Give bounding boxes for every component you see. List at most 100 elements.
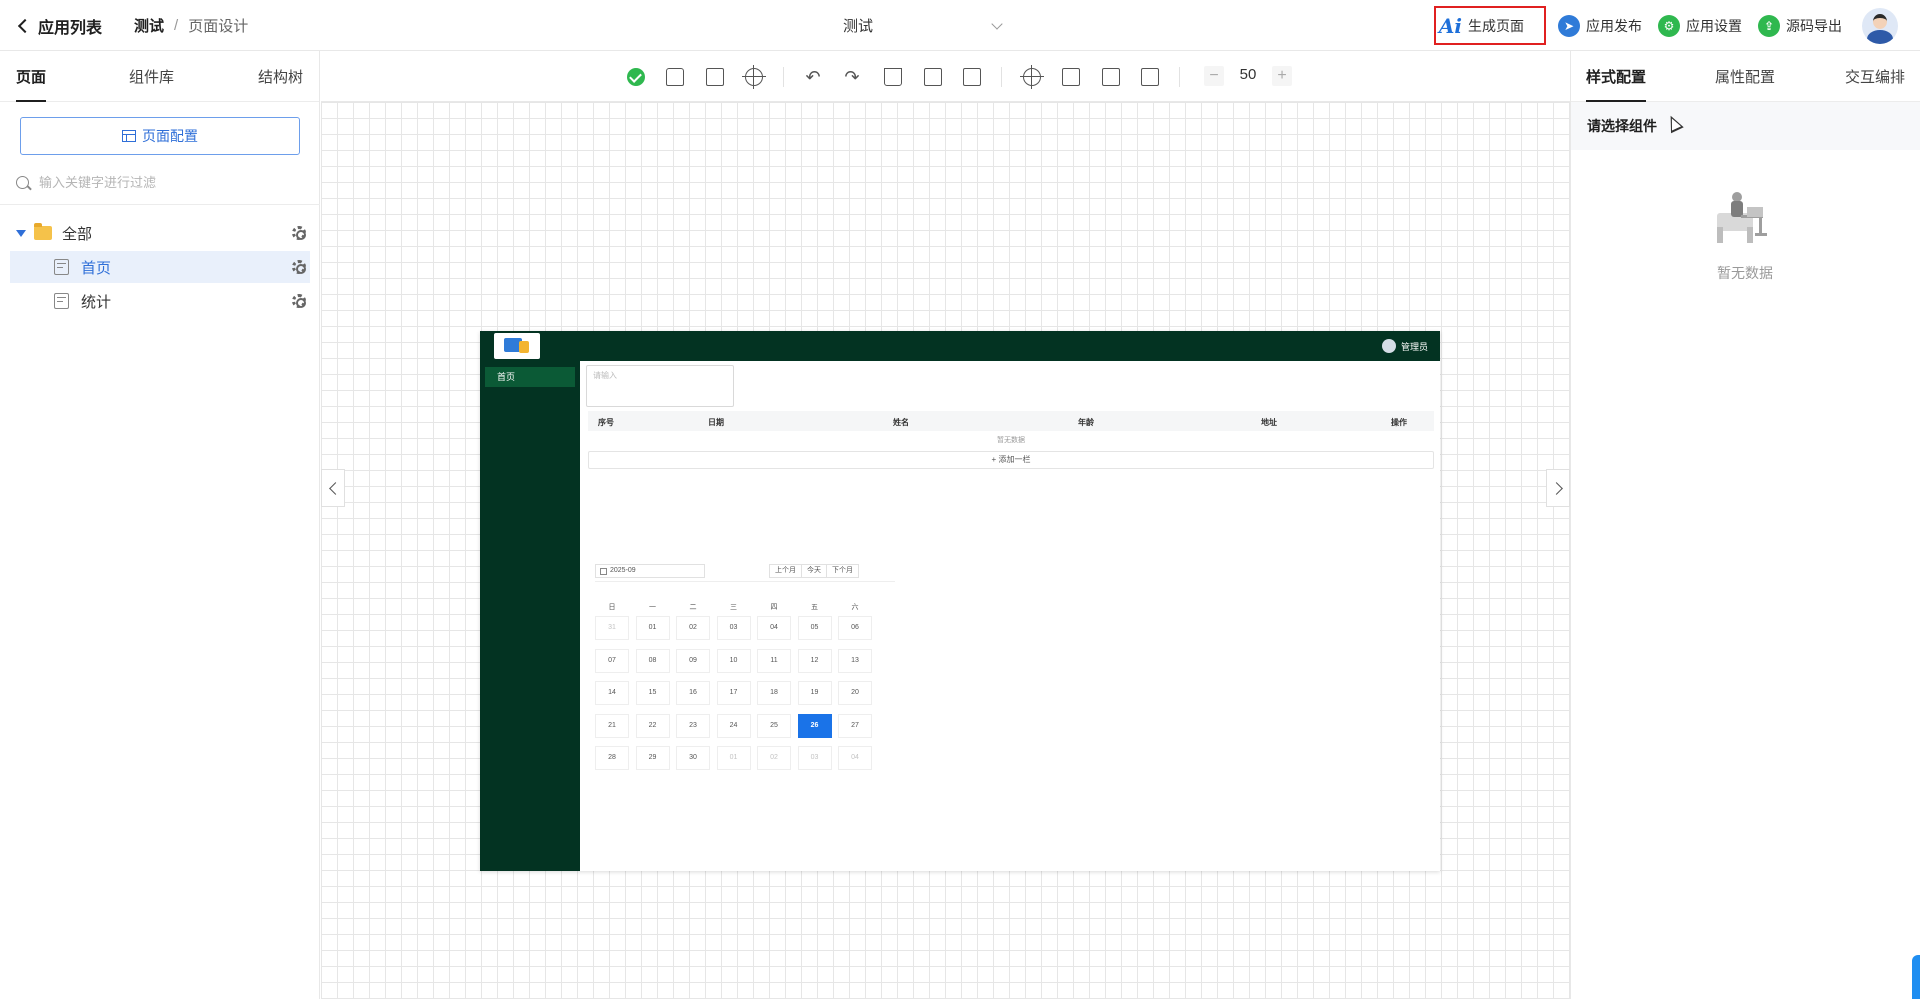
calendar-day[interactable]: 09 (676, 648, 710, 673)
ai-icon: Ai (1438, 13, 1462, 38)
calendar-day[interactable]: 06 (838, 616, 872, 640)
avatar-head (1873, 13, 1887, 29)
calendar-day[interactable]: 13 (838, 648, 872, 673)
calendar-day[interactable]: 29 (635, 746, 670, 770)
calendar-day[interactable]: 03 (797, 746, 832, 770)
code-icon[interactable] (1062, 68, 1080, 86)
calendar-day[interactable]: 23 (676, 713, 710, 738)
calendar-day[interactable]: 17 (716, 681, 751, 705)
calendar-day[interactable]: 11 (757, 648, 791, 673)
calendar-day[interactable]: 26 (797, 713, 832, 738)
tree-item-home[interactable]: 首页 (10, 251, 310, 283)
redo-icon[interactable]: ↷ (843, 68, 861, 86)
filter-box (16, 167, 306, 197)
calendar-day[interactable]: 27 (838, 713, 872, 738)
preview-logo (494, 333, 540, 359)
breadcrumb-app[interactable]: 测试 (134, 15, 164, 36)
app-selector[interactable]: 测试 (843, 0, 1003, 51)
zoom-in-button[interactable]: + (1272, 66, 1292, 86)
calendar-day[interactable]: 03 (716, 616, 751, 640)
crop-icon[interactable] (1141, 68, 1159, 86)
preview-menu-home[interactable]: 首页 (485, 367, 575, 387)
caret-down-icon[interactable] (16, 229, 26, 237)
calendar-day[interactable]: 22 (635, 713, 670, 738)
undo-icon[interactable]: ↶ (804, 68, 822, 86)
gear-icon[interactable] (292, 260, 306, 274)
calendar-day[interactable]: 04 (757, 616, 791, 640)
validate-icon[interactable] (1102, 68, 1120, 86)
calendar-day[interactable]: 15 (635, 681, 670, 705)
page-config-button[interactable]: 页面配置 (20, 117, 300, 155)
calendar-day[interactable]: 21 (595, 713, 629, 738)
calendar-day[interactable]: 25 (757, 713, 791, 738)
tab-style-config[interactable]: 样式配置 (1586, 51, 1647, 102)
calendar-day[interactable]: 30 (676, 746, 710, 770)
calendar-day[interactable]: 16 (676, 681, 710, 705)
publish-app-button[interactable]: ➤ 应用发布 (1558, 14, 1642, 37)
copy-icon[interactable] (924, 68, 942, 86)
export-source-button[interactable]: ⇪ 源码导出 (1758, 14, 1842, 37)
calendar-day[interactable]: 10 (716, 648, 751, 673)
user-icon (1381, 339, 1396, 353)
gear-icon[interactable] (292, 294, 306, 308)
canvas-grid[interactable]: 管理员 首页 请输入 序号 日期 姓名 年龄 地址 操作 暂无数据 + 添加一栏… (321, 102, 1570, 999)
calendar-day[interactable]: 12 (797, 648, 832, 673)
target-icon[interactable] (742, 65, 766, 89)
tab-property-config[interactable]: 属性配置 (1715, 51, 1775, 102)
tab-structure-tree[interactable]: 结构树 (258, 51, 303, 102)
preview-add-row-button[interactable]: + 添加一栏 (588, 451, 1434, 469)
preview-icon[interactable] (1020, 65, 1044, 89)
calendar-day[interactable]: 28 (595, 746, 629, 770)
collapse-right-button[interactable] (1546, 469, 1570, 507)
calendar-day[interactable]: 07 (595, 648, 629, 673)
empty-illustration-icon (1717, 192, 1767, 243)
calendar-day[interactable]: 14 (595, 681, 629, 705)
page-preview[interactable]: 管理员 首页 请输入 序号 日期 姓名 年龄 地址 操作 暂无数据 + 添加一栏… (480, 331, 1440, 871)
calendar-day[interactable]: 01 (635, 616, 670, 640)
tab-components[interactable]: 组件库 (129, 51, 174, 102)
calendar-day[interactable]: 08 (635, 648, 670, 673)
gear-icon[interactable] (292, 226, 306, 240)
calendar-day[interactable]: 05 (797, 616, 832, 640)
calendar-weekday: 二 (689, 604, 697, 611)
breadcrumb-separator: / (174, 17, 179, 34)
preview-month-picker[interactable]: 2025-09 (595, 564, 705, 578)
app-settings-button[interactable]: ⚙ 应用设置 (1658, 14, 1742, 37)
next-month-button[interactable]: 下个月 (826, 564, 859, 578)
page-icon (54, 259, 69, 275)
calendar-day[interactable]: 01 (716, 746, 751, 770)
collapse-left-button[interactable] (321, 469, 345, 507)
calendar-day[interactable]: 31 (595, 616, 629, 640)
today-button[interactable]: 今天 (801, 564, 827, 578)
user-avatar[interactable] (1862, 7, 1898, 44)
unlock-icon[interactable] (666, 68, 684, 86)
filter-input[interactable] (39, 174, 289, 190)
calendar-day[interactable]: 02 (757, 746, 791, 770)
generate-page-button[interactable]: Ai 生成页面 (1433, 6, 1546, 45)
delete-icon[interactable] (884, 68, 902, 86)
zoom-out-button[interactable]: − (1204, 66, 1224, 86)
calendar-day[interactable]: 04 (838, 746, 872, 770)
calendar-day[interactable]: 02 (676, 616, 710, 640)
page-icon (54, 293, 69, 309)
tree-root-all[interactable]: 全部 (10, 217, 310, 249)
calendar-weekday: 日 (608, 604, 616, 611)
prev-month-button[interactable]: 上个月 (769, 564, 802, 578)
calendar-day[interactable]: 24 (716, 713, 751, 738)
avatar-body (1867, 29, 1893, 44)
tree-item-stats[interactable]: 统计 (10, 285, 310, 317)
save-icon[interactable] (706, 68, 724, 86)
chevron-down-icon (991, 17, 1003, 30)
back-to-app-list[interactable]: 应用列表 (16, 0, 102, 51)
tab-pages[interactable]: 页面 (16, 51, 47, 102)
paste-icon[interactable] (963, 68, 981, 86)
check-circle-icon[interactable] (627, 68, 645, 86)
tab-interaction[interactable]: 交互编排 (1845, 51, 1905, 102)
calendar-day[interactable]: 19 (797, 681, 832, 705)
preview-textarea[interactable]: 请输入 (586, 365, 734, 407)
scroll-indicator[interactable] (1912, 955, 1920, 999)
calendar-day[interactable]: 20 (838, 681, 872, 705)
preview-user[interactable]: 管理员 (1381, 331, 1428, 361)
app-selector-label: 测试 (843, 18, 874, 35)
calendar-day[interactable]: 18 (757, 681, 791, 705)
